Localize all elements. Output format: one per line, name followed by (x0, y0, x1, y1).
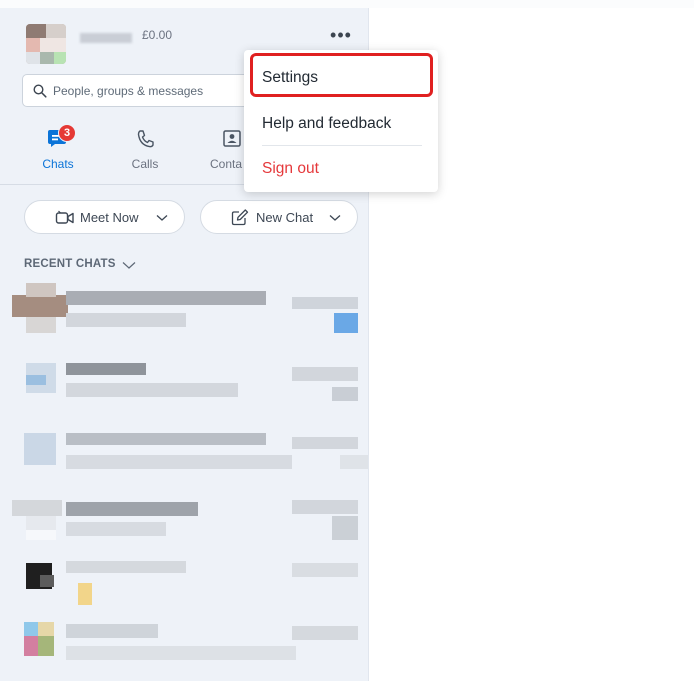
recent-chats-header[interactable]: RECENT CHATS (24, 258, 116, 270)
tab-chats-label: Chats (42, 157, 74, 171)
menu-separator (262, 145, 422, 146)
search-input[interactable] (53, 82, 253, 100)
chat-list-item[interactable] (0, 486, 368, 552)
credit-balance: £0.00 (142, 28, 173, 42)
chat-list-item[interactable] (0, 349, 368, 415)
contacts-icon (223, 130, 241, 147)
chevron-down-icon[interactable] (122, 261, 136, 270)
tab-calls-label: Calls (131, 157, 159, 171)
chat-list-item[interactable] (0, 612, 368, 678)
tab-calls[interactable]: Calls (115, 127, 175, 177)
chat-list-item[interactable] (0, 419, 368, 485)
more-options-button[interactable]: ••• (326, 26, 356, 50)
new-chat-label: New Chat (256, 210, 314, 225)
phone-icon (137, 130, 154, 148)
menu-item-help-label: Help and feedback (262, 115, 392, 132)
window-top-strip (0, 0, 694, 8)
chat-list-item[interactable] (0, 279, 368, 345)
menu-item-sign-out[interactable]: Sign out (244, 149, 438, 189)
search-icon (33, 84, 47, 98)
menu-item-sign-out-label: Sign out (262, 160, 319, 177)
new-chat-button[interactable]: New Chat (200, 200, 358, 234)
meet-now-label: Meet Now (80, 210, 139, 225)
meet-now-button[interactable]: Meet Now (24, 200, 185, 234)
chat-list-item[interactable] (0, 549, 368, 615)
chats-unread-badge: 3 (58, 124, 76, 142)
video-camera-icon (55, 210, 74, 224)
compose-icon (231, 209, 249, 226)
profile-avatar[interactable] (26, 24, 66, 64)
profile-name-blurred (80, 33, 132, 43)
search-box[interactable] (22, 74, 258, 107)
tab-chats[interactable]: 3 Chats (28, 124, 88, 177)
settings-highlight-box (250, 53, 433, 97)
menu-item-help-feedback[interactable]: Help and feedback (244, 104, 438, 144)
chevron-down-icon (329, 215, 341, 221)
chevron-down-icon (156, 215, 168, 221)
